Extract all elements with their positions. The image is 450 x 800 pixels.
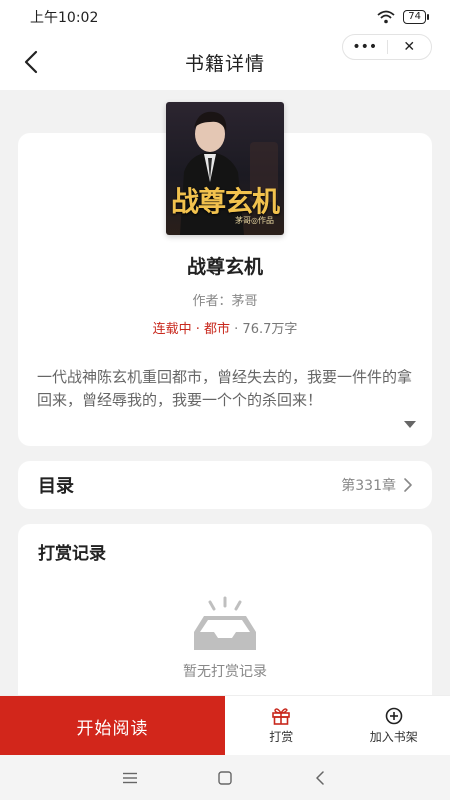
- reward-button-label: 打赏: [269, 729, 294, 744]
- book-status-genre: 连载中 · 都市: [152, 322, 231, 337]
- close-icon[interactable]: ✕: [388, 35, 432, 59]
- battery-icon: 74: [403, 10, 429, 24]
- status-icons: 74: [377, 10, 429, 24]
- plus-circle-icon: [385, 707, 403, 724]
- add-to-shelf-button[interactable]: 加入书架: [338, 696, 450, 755]
- chevron-right-icon: [404, 478, 412, 492]
- book-title: 战尊玄机: [186, 256, 263, 278]
- mini-program-capsule: ••• ✕: [342, 34, 432, 60]
- status-time: 上午10:02: [30, 10, 99, 26]
- catalog-label: 目录: [38, 476, 74, 497]
- cover-subtitle: 茅哥◎作品: [235, 216, 274, 225]
- status-bar: 上午10:02 74: [0, 0, 450, 34]
- expand-triangle-icon[interactable]: [404, 421, 416, 428]
- add-shelf-label: 加入书架: [369, 729, 418, 744]
- reward-record-card: 打赏记录 暂无打赏记录: [18, 524, 432, 724]
- home-button[interactable]: [178, 755, 273, 800]
- latest-chapter: 第331章: [341, 478, 396, 494]
- recent-apps-button[interactable]: [83, 755, 178, 800]
- cover-title: 战尊玄机: [170, 185, 280, 218]
- empty-reward-text: 暂无打赏记录: [183, 664, 267, 680]
- reward-button[interactable]: 打赏: [225, 696, 338, 755]
- system-back-button[interactable]: [273, 755, 368, 800]
- empty-inbox-icon: [194, 596, 256, 650]
- home-square-icon: [218, 770, 232, 785]
- book-description: 一代战神陈玄机重回都市，曾经失去的，我要一件件的拿回来，曾经辱我的，我要一个个的…: [37, 368, 413, 409]
- reward-record-title: 打赏记录: [38, 544, 106, 564]
- start-reading-button[interactable]: 开始阅读: [0, 696, 225, 756]
- book-cover[interactable]: 战尊玄机 茅哥◎作品: [166, 102, 284, 235]
- wifi-icon: [377, 10, 395, 24]
- page-title: 书籍详情: [184, 52, 265, 75]
- back-triangle-icon: [316, 770, 324, 785]
- bottom-action-bar: 开始阅读 打赏 加入书架: [0, 695, 450, 756]
- nav-bar: 书籍详情 ••• ✕: [0, 34, 450, 90]
- more-icon[interactable]: •••: [343, 35, 387, 59]
- book-meta: 连载中 · 都市 · 76.7万字: [18, 318, 432, 337]
- system-nav-bar: [0, 755, 450, 800]
- back-arrow-icon[interactable]: [18, 48, 46, 76]
- book-word-count: · 76.7万字: [230, 322, 298, 337]
- book-author: 作者：茅哥: [192, 294, 258, 309]
- catalog-row[interactable]: 目录 第331章: [18, 461, 432, 509]
- menu-lines-icon: [123, 772, 137, 783]
- gift-icon: [272, 707, 291, 725]
